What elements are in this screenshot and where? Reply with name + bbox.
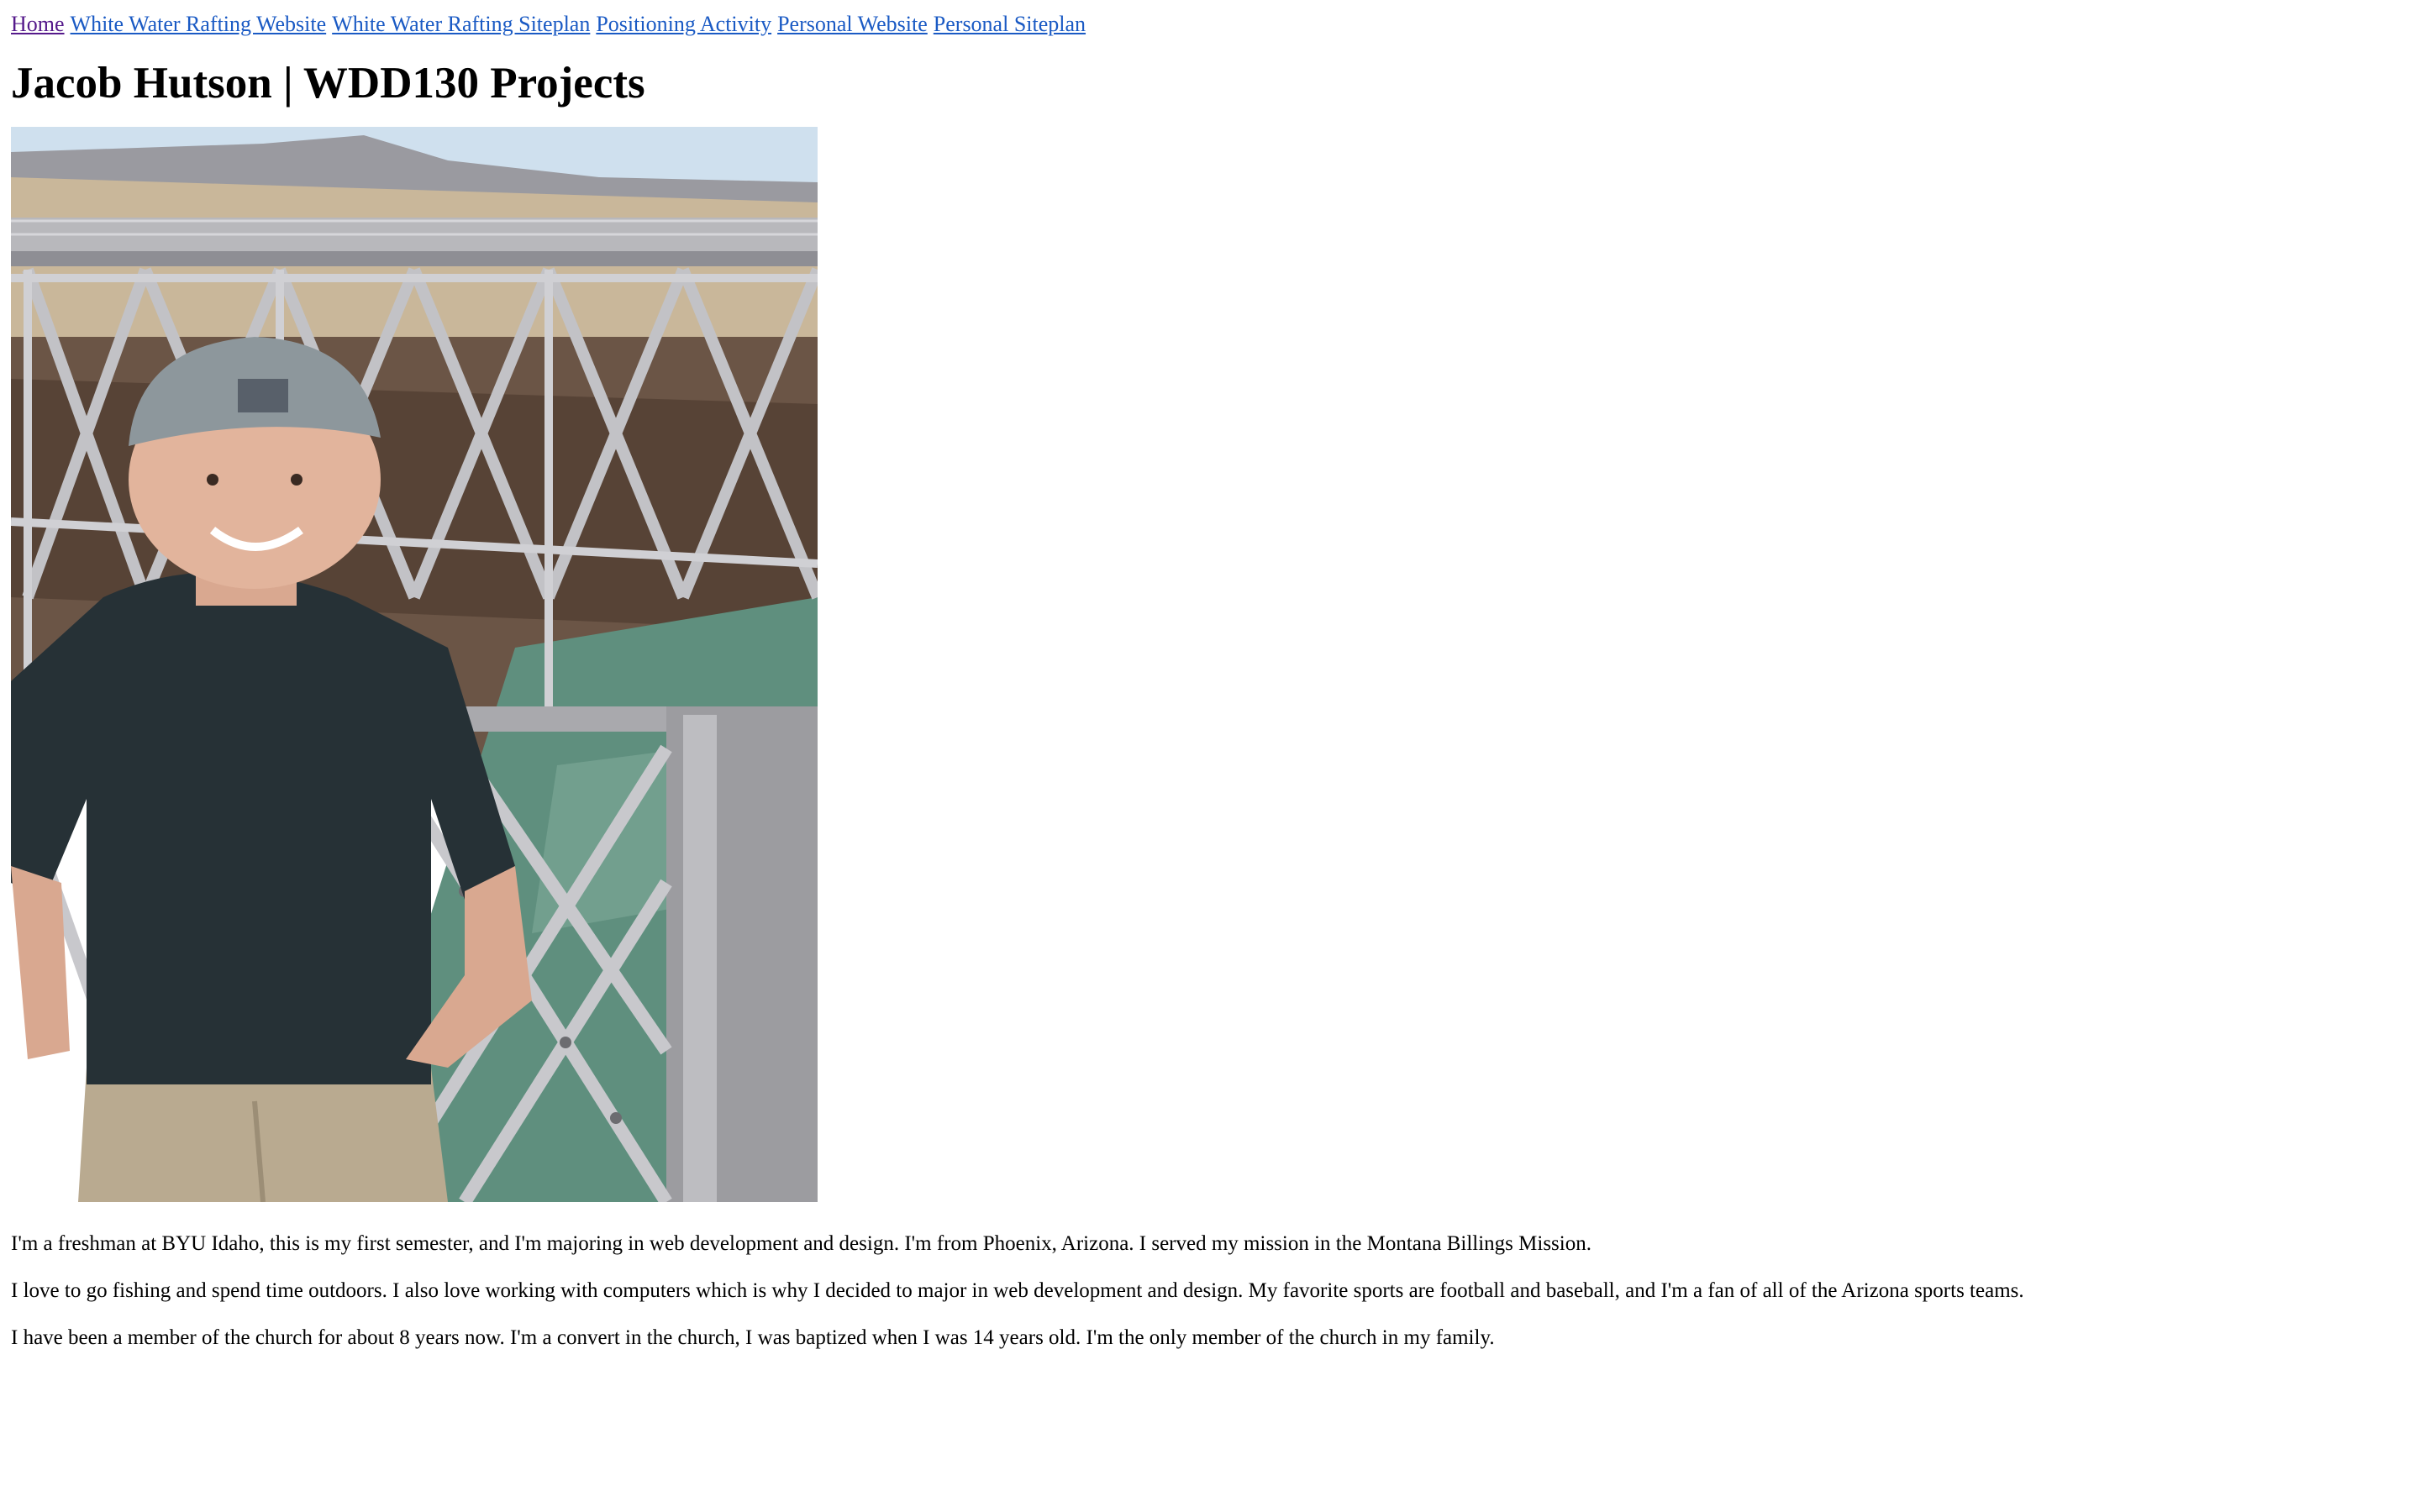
profile-photo xyxy=(11,127,818,1202)
page-title: Jacob Hutson | WDD130 Projects xyxy=(11,59,645,108)
profile-photo-image xyxy=(11,127,818,1202)
nav-link-white-water-rafting-siteplan[interactable]: White Water Rafting Siteplan xyxy=(332,11,590,38)
nav-link-white-water-rafting-website[interactable]: White Water Rafting Website xyxy=(71,11,327,38)
bio-section: I'm a freshman at BYU Idaho, this is my … xyxy=(11,1231,2409,1352)
nav-link-personal-siteplan[interactable]: Personal Siteplan xyxy=(934,11,1086,38)
bio-paragraph-2: I love to go fishing and spend time outd… xyxy=(11,1279,2024,1302)
page: Home White Water Rafting Website White W… xyxy=(0,0,2420,1512)
nav-link-home[interactable]: Home xyxy=(11,11,65,38)
bio-paragraph-1: I'm a freshman at BYU Idaho, this is my … xyxy=(11,1232,1591,1255)
top-nav: Home White Water Rafting Website White W… xyxy=(11,11,2409,38)
bio-paragraph-3: I have been a member of the church for a… xyxy=(11,1326,1495,1349)
nav-link-personal-website[interactable]: Personal Website xyxy=(777,11,928,38)
nav-link-positioning-activity[interactable]: Positioning Activity xyxy=(596,11,771,38)
